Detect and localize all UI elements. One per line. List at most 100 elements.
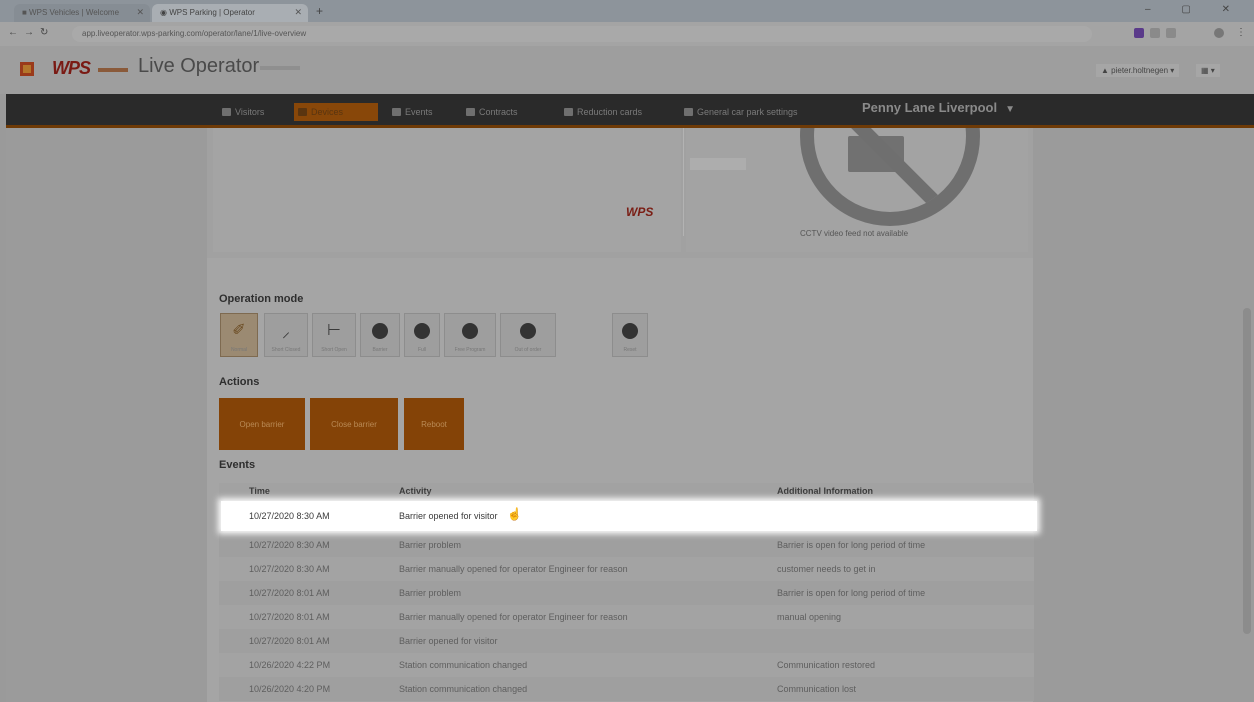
cctv-unavailable-text: CCTV video feed not available [800, 229, 909, 238]
location-dropdown-icon: ▼ [1005, 104, 1015, 115]
forward-icon[interactable]: → [24, 27, 34, 38]
mode-short-closed-button[interactable]: ⸝ Short Closed [264, 313, 308, 357]
cell-info: Communication lost [777, 684, 857, 694]
cell-activity: Station communication changed [399, 660, 528, 670]
reload-icon[interactable]: ↻ [40, 27, 48, 38]
reboot-button[interactable]: Reboot [404, 398, 464, 450]
mode-reset-button[interactable]: Reset [612, 313, 648, 357]
new-tab-button[interactable]: + [316, 4, 323, 18]
cell-activity: Barrier opened for visitor [399, 636, 498, 646]
app-grid-icon[interactable] [20, 62, 34, 76]
url-input[interactable]: app.liveoperator.wps-parking.com/operato… [72, 26, 1092, 42]
mode-out-of-order-button[interactable]: Out of order [500, 313, 556, 357]
app-title: Live Operator [138, 55, 260, 77]
window-controls[interactable]: – ▢ ✕ [1145, 4, 1244, 15]
short-closed-icon: ⸝ [281, 324, 290, 341]
cell-info: customer needs to get in [777, 564, 876, 574]
preview-divider [683, 128, 684, 236]
app-header: WPS Live Operator ▲ pieter.holtnegen ▾ ▦… [0, 46, 1254, 94]
document-icon [466, 108, 475, 116]
events-title: Events [219, 459, 256, 471]
card-icon [564, 108, 573, 116]
reset-icon [622, 323, 638, 339]
table-row[interactable]: 10/26/2020 4:22 PM Station communication… [219, 653, 1034, 677]
browser-tab-label: ◉ WPS Parking | Operator [160, 8, 255, 17]
mode-label: Full [417, 347, 427, 353]
short-open-icon: ⊢ [327, 322, 341, 339]
browser-tab-label: ■ WPS Vehicles | Welcome [22, 8, 120, 17]
free-program-icon [462, 323, 478, 339]
map-panel [213, 128, 681, 252]
extension-icon[interactable] [1150, 28, 1160, 38]
open-barrier-button[interactable]: Open barrier [219, 398, 305, 450]
extension-icon[interactable] [1134, 28, 1144, 38]
mode-full-button[interactable]: Full [404, 313, 440, 357]
close-barrier-button[interactable]: Close barrier [310, 398, 398, 450]
cell-info: Barrier is open for long period of time [777, 540, 926, 550]
actions-title: Actions [219, 376, 260, 388]
cell-info: manual opening [777, 612, 842, 622]
highlighted-event-row[interactable]: 10/27/2020 8:30 AM Barrier opened for vi… [221, 501, 1037, 531]
nav-devices[interactable]: Devices [294, 103, 378, 121]
mode-normal-button[interactable]: ✐ Normal [220, 313, 258, 357]
full-icon [414, 323, 430, 339]
bell-icon [392, 108, 401, 116]
table-row[interactable]: 10/27/2020 8:01 AM Barrier problem Barri… [219, 581, 1034, 605]
mode-free-program-button[interactable]: Free Program [444, 313, 496, 357]
nav-contracts[interactable]: Contracts [462, 103, 522, 121]
back-icon[interactable]: ← [8, 27, 18, 38]
device-icon [298, 108, 307, 116]
address-bar-row: ← → ↻ app.liveoperator.wps-parking.com/o… [0, 22, 1254, 46]
logo-tagline [98, 68, 128, 72]
mode-label: Short Closed [271, 347, 301, 353]
profile-icon[interactable] [1214, 28, 1224, 38]
nav-visitors[interactable]: Visitors [218, 103, 268, 121]
table-row[interactable]: 10/27/2020 8:01 AM Barrier manually open… [219, 605, 1034, 629]
mouse-cursor-icon: ☝ [507, 507, 522, 521]
nav-label: Visitors [235, 107, 265, 117]
mode-barrier-button[interactable]: Barrier [360, 313, 400, 357]
mode-short-open-button[interactable]: ⊢ Short Open [312, 313, 356, 357]
nav-label: Events [405, 107, 433, 117]
nav-label: Contracts [479, 107, 518, 117]
cell-activity: Barrier problem [399, 588, 462, 598]
cell-activity: Barrier manually opened for operator Eng… [399, 612, 628, 622]
cell-time: 10/27/2020 8:01 AM [249, 588, 330, 598]
nav-general-settings[interactable]: General car park settings [680, 103, 802, 121]
browser-tab[interactable]: ■ WPS Vehicles | Welcome ✕ [14, 4, 150, 22]
table-row[interactable]: 10/26/2020 4:20 PM Station communication… [219, 677, 1034, 701]
language-menu[interactable]: ▦ ▾ [1196, 64, 1220, 77]
nav-label: General car park settings [697, 107, 798, 117]
wps-logo: WPS [52, 58, 91, 78]
operation-mode-title: Operation mode [219, 293, 304, 305]
cell-time: 10/27/2020 8:30 AM [249, 511, 330, 521]
nav-events[interactable]: Events [388, 103, 437, 121]
cell-info: Barrier is open for long period of time [777, 588, 926, 598]
cell-activity: Barrier problem [399, 540, 462, 550]
browser-tab-active[interactable]: ◉ WPS Parking | Operator ✕ [152, 4, 308, 22]
close-tab-icon[interactable]: ✕ [294, 7, 302, 18]
cell-time: 10/26/2020 4:22 PM [249, 660, 331, 670]
table-row[interactable]: 10/27/2020 8:01 AM Barrier opened for vi… [219, 629, 1034, 653]
close-tab-icon[interactable]: ✕ [136, 7, 144, 18]
map-marker-label [690, 158, 746, 170]
column-header-info[interactable]: Additional Information [777, 486, 873, 496]
app-version [260, 66, 300, 70]
location-selector[interactable]: Penny Lane Liverpool ▼ [862, 100, 1015, 115]
user-menu[interactable]: ▲ pieter.holtnegen ▾ [1096, 64, 1180, 77]
browser-tab-bar: ■ WPS Vehicles | Welcome ✕ ◉ WPS Parking… [0, 0, 1254, 22]
table-row[interactable]: 10/27/2020 8:30 AM Barrier manually open… [219, 557, 1034, 581]
nav-label: Devices [311, 107, 344, 117]
star-icon[interactable] [1166, 28, 1176, 38]
no-video-icon [800, 128, 980, 226]
browser-menu-icon[interactable]: ⋮ [1236, 27, 1246, 38]
nav-reduction-cards[interactable]: Reduction cards [560, 103, 646, 121]
cell-time: 10/27/2020 8:01 AM [249, 612, 330, 622]
page-scrollbar[interactable] [1243, 308, 1251, 634]
column-header-time[interactable]: Time [249, 486, 270, 496]
column-header-activity[interactable]: Activity [399, 486, 432, 496]
table-row[interactable]: 10/27/2020 8:30 AM Barrier problem Barri… [219, 533, 1034, 557]
car-icon [222, 108, 231, 116]
mode-label: Short Open [321, 347, 347, 353]
mode-label: Reset [623, 347, 637, 353]
